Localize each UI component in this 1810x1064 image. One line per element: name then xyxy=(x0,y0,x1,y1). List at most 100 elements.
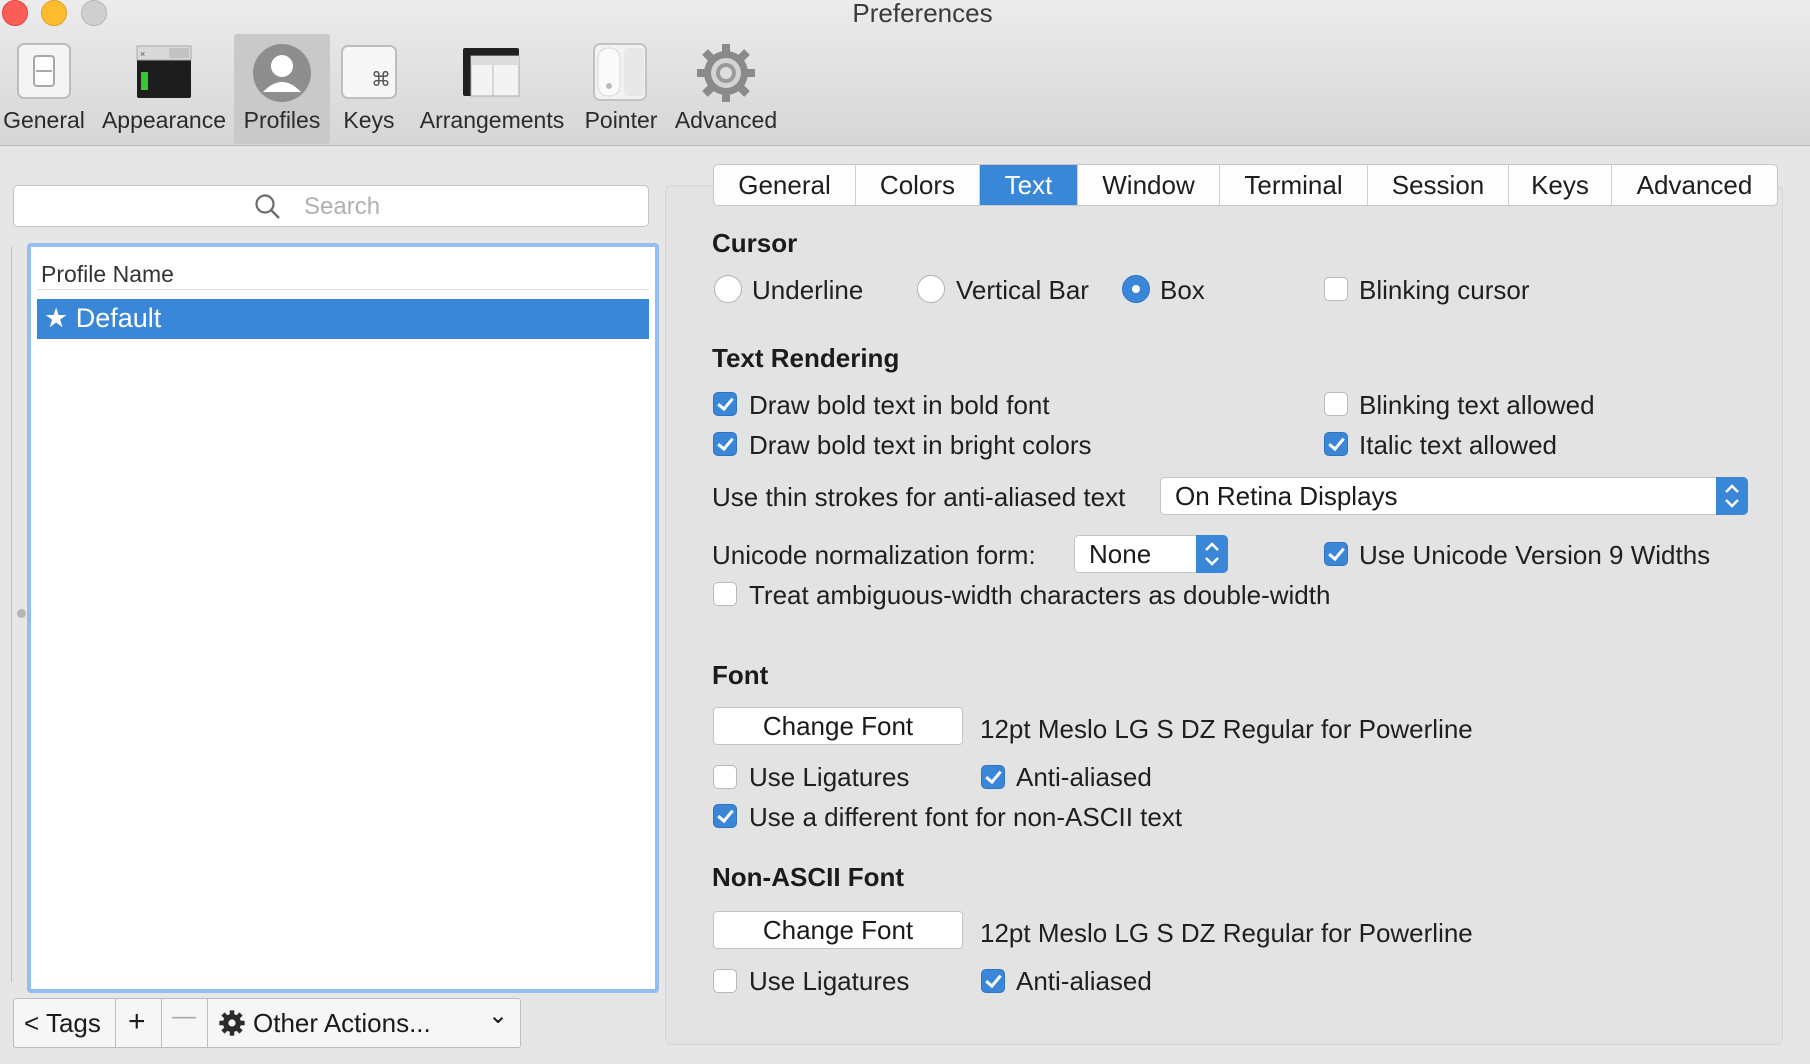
bold-bright-label: Draw bold text in bright colors xyxy=(749,430,1092,460)
bold-bright-checkbox[interactable] xyxy=(713,432,737,456)
profile-row-label: ★ Default xyxy=(44,303,162,333)
cursor-box-label: Box xyxy=(1160,275,1205,305)
non-ascii-font-checkbox[interactable] xyxy=(713,804,737,828)
non-ascii-ligatures-label: Use Ligatures xyxy=(749,966,910,996)
toolbar-advanced[interactable]: Advanced xyxy=(672,34,780,144)
unicode9-checkbox[interactable] xyxy=(1324,542,1348,566)
toolbar-pointer[interactable]: Pointer xyxy=(578,34,664,144)
italic-text-checkbox[interactable] xyxy=(1324,432,1348,456)
profile-name-column-header[interactable]: Profile Name xyxy=(37,253,649,290)
bold-font-checkbox[interactable] xyxy=(713,392,737,416)
window-title: Preferences xyxy=(852,0,993,28)
toolbar-arrangements-label: Arrangements xyxy=(419,107,565,133)
font-antialiased-checkbox[interactable] xyxy=(981,765,1005,789)
blinking-cursor-label: Blinking cursor xyxy=(1359,275,1530,305)
appearance-window-icon: × xyxy=(135,42,193,106)
normalization-popup[interactable]: None xyxy=(1074,535,1228,573)
non-ascii-antialiased-checkbox[interactable] xyxy=(981,969,1005,993)
non-ascii-font-section-title: Non-ASCII Font xyxy=(712,862,905,892)
toolbar-advanced-label: Advanced xyxy=(674,107,778,133)
popup-stepper-icon xyxy=(1196,535,1228,573)
general-switch-icon xyxy=(16,42,72,106)
add-icon: + xyxy=(128,1005,146,1038)
non-ascii-ligatures-checkbox[interactable] xyxy=(713,969,737,993)
unicode9-label: Use Unicode Version 9 Widths xyxy=(1359,540,1711,570)
toolbar-arrangements[interactable]: Arrangements xyxy=(414,34,570,144)
cursor-vertical-bar-radio[interactable] xyxy=(917,275,945,303)
toolbar-appearance[interactable]: × Appearance xyxy=(100,34,228,144)
tab-session[interactable]: Session xyxy=(1368,165,1509,205)
profile-name-header-label: Profile Name xyxy=(41,261,174,287)
svg-text:⌘: ⌘ xyxy=(371,67,391,91)
normalization-value: None xyxy=(1089,539,1152,569)
thin-strokes-label: Use thin strokes for anti-aliased text xyxy=(712,482,1126,512)
toolbar-appearance-label: Appearance xyxy=(101,107,227,133)
profile-search-field[interactable]: Search xyxy=(13,185,649,227)
chevron-down-icon: ⌄ xyxy=(488,1002,509,1029)
remove-icon: — xyxy=(172,1003,196,1030)
font-ligatures-checkbox[interactable] xyxy=(713,765,737,789)
ambiguous-width-checkbox[interactable] xyxy=(713,582,737,606)
blinking-text-label: Blinking text allowed xyxy=(1359,390,1595,420)
non-ascii-font-label: Use a different font for non-ASCII text xyxy=(749,802,1183,832)
blinking-cursor-checkbox[interactable] xyxy=(1324,277,1348,301)
tags-button[interactable]: < Tags xyxy=(14,999,116,1047)
tab-keys[interactable]: Keys xyxy=(1509,165,1612,205)
search-placeholder: Search xyxy=(304,193,381,220)
cursor-section-title: Cursor xyxy=(712,228,798,258)
search-icon xyxy=(254,193,282,228)
ambiguous-width-label: Treat ambiguous-width characters as doub… xyxy=(749,580,1331,610)
remove-profile-button[interactable]: — xyxy=(162,999,208,1047)
tab-text[interactable]: Text xyxy=(980,165,1078,205)
toolbar-keys-label: Keys xyxy=(343,107,395,133)
cursor-box-radio[interactable] xyxy=(1122,275,1150,303)
cursor-underline-label: Underline xyxy=(752,275,864,305)
font-section-title: Font xyxy=(712,660,769,690)
gear-icon xyxy=(695,42,757,110)
toolbar: Preferences General × Appearance Profile… xyxy=(0,0,1810,146)
non-ascii-font-description: 12pt Meslo LG S DZ Regular for Powerline xyxy=(980,918,1473,948)
font-description: 12pt Meslo LG S DZ Regular for Powerline xyxy=(980,714,1473,744)
change-non-ascii-font-button[interactable]: Change Font xyxy=(713,911,963,949)
split-divider[interactable] xyxy=(11,247,12,982)
font-antialiased-label: Anti-aliased xyxy=(1016,762,1152,792)
split-handle[interactable] xyxy=(17,609,26,618)
profile-user-icon xyxy=(251,42,313,110)
tab-advanced[interactable]: Advanced xyxy=(1612,165,1777,205)
popup-stepper-icon xyxy=(1716,477,1748,515)
tab-window[interactable]: Window xyxy=(1078,165,1220,205)
profile-tabs: General Colors Text Window Terminal Sess… xyxy=(713,164,1778,206)
arrangements-windows-icon xyxy=(461,42,523,106)
cursor-underline-radio[interactable] xyxy=(714,275,742,303)
toolbar-general-label: General xyxy=(3,107,85,133)
toolbar-keys[interactable]: ⌘ Keys xyxy=(336,34,402,144)
other-actions-menu[interactable]: Other Actions... ⌄ xyxy=(208,999,519,1047)
toolbar-profiles[interactable]: Profiles xyxy=(234,34,330,144)
mouse-pointer-icon xyxy=(592,42,650,108)
font-ligatures-label: Use Ligatures xyxy=(749,762,910,792)
other-actions-label: Other Actions... xyxy=(253,1008,431,1038)
tags-button-label: < Tags xyxy=(24,1008,101,1038)
change-font-button[interactable]: Change Font xyxy=(713,707,963,745)
tab-terminal[interactable]: Terminal xyxy=(1220,165,1368,205)
thin-strokes-value: On Retina Displays xyxy=(1175,481,1398,511)
bold-font-label: Draw bold text in bold font xyxy=(749,390,1050,420)
tab-general[interactable]: General xyxy=(714,165,856,205)
text-rendering-section-title: Text Rendering xyxy=(712,343,900,373)
add-profile-button[interactable]: + xyxy=(116,999,162,1047)
tab-colors[interactable]: Colors xyxy=(856,165,980,205)
preferences-window: Preferences General × Appearance Profile… xyxy=(0,0,1810,1064)
toolbar-profiles-label: Profiles xyxy=(243,107,321,133)
non-ascii-antialiased-label: Anti-aliased xyxy=(1016,966,1152,996)
thin-strokes-popup[interactable]: On Retina Displays xyxy=(1160,477,1748,515)
normalization-label: Unicode normalization form: xyxy=(712,540,1036,570)
svg-text:×: × xyxy=(140,49,145,59)
profile-actions-bar: < Tags + — Other Actions... ⌄ xyxy=(13,998,521,1048)
gear-icon xyxy=(218,1009,246,1044)
profile-row-default[interactable]: ★ Default xyxy=(37,299,649,339)
profile-list: Profile Name ★ Default xyxy=(27,243,659,993)
toolbar-general[interactable]: General xyxy=(0,34,88,144)
command-key-icon: ⌘ xyxy=(340,42,398,106)
blinking-text-checkbox[interactable] xyxy=(1324,392,1348,416)
toolbar-pointer-label: Pointer xyxy=(584,107,658,133)
